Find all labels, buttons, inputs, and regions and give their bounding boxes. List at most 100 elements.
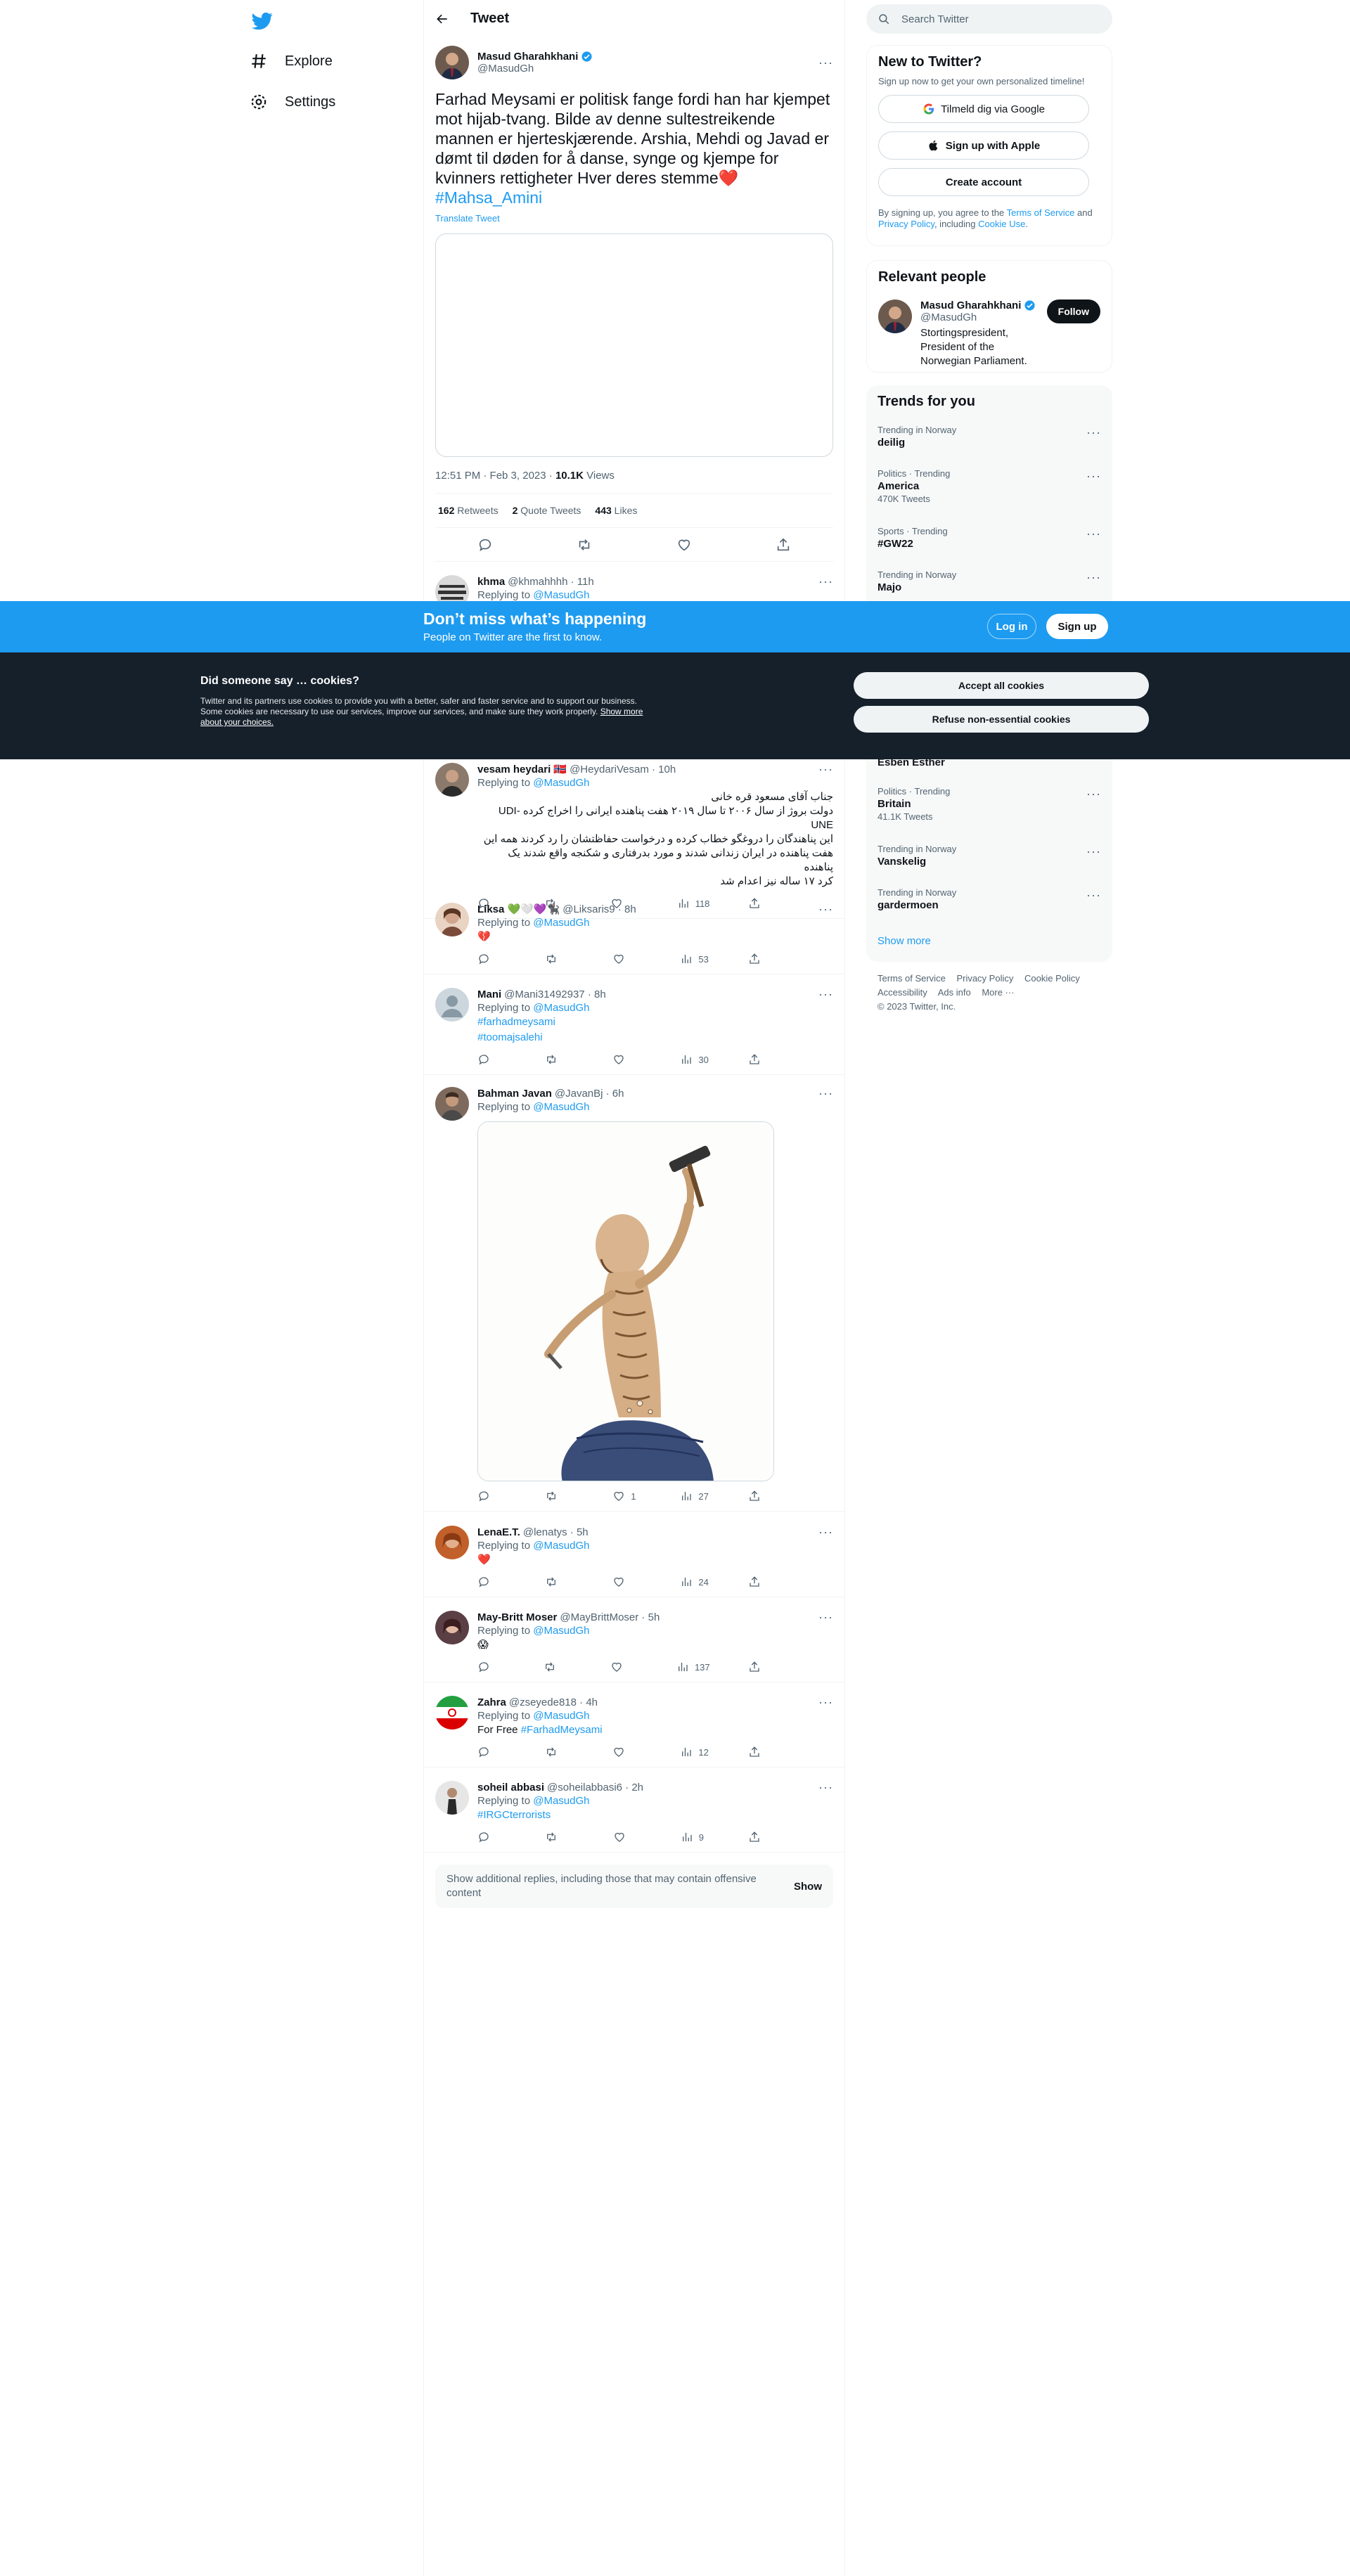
hashtag-link[interactable]: #Mahsa_Amini [435, 188, 542, 207]
reply-author-name[interactable]: Liksa 💚🤍💜🐈‍⬛ [477, 903, 560, 915]
trend-item[interactable]: Trending in Norway deilig ··· [878, 425, 1101, 449]
trend-topic[interactable]: America [878, 480, 1101, 492]
like-icon[interactable] [613, 1831, 641, 1843]
more-options-icon[interactable]: ··· [818, 1611, 833, 1623]
trend-item[interactable]: Trending in Norway Majo ··· [878, 569, 1101, 593]
accept-cookies-button[interactable]: Accept all cookies [854, 672, 1149, 699]
retweet-icon[interactable] [544, 1661, 572, 1673]
back-arrow-icon[interactable] [435, 12, 449, 26]
avatar[interactable] [435, 1526, 469, 1559]
trend-item[interactable]: Trending in Norway gardermoen ··· [878, 887, 1101, 911]
share-icon[interactable] [748, 1746, 776, 1758]
avatar[interactable] [435, 46, 469, 79]
trends-show-more-link[interactable]: Show more [878, 935, 931, 947]
tweet-time[interactable]: 12:51 PM · Feb 3, 2023 · [435, 470, 555, 482]
views-icon[interactable]: 9 [681, 1831, 709, 1843]
more-options-icon[interactable]: ··· [1086, 527, 1101, 540]
retweet-icon[interactable] [545, 1746, 573, 1758]
reply-icon[interactable] [477, 1661, 506, 1673]
reply-item[interactable]: LenaE.T. @lenatys · 5h ··· Replying to @Ma… [424, 1517, 844, 1597]
footer-cookie-link[interactable]: Cookie Policy [1024, 973, 1080, 984]
avatar[interactable] [435, 1696, 469, 1730]
reply-icon[interactable] [477, 1831, 506, 1843]
likes-stat[interactable]: 443 Likes [595, 505, 637, 516]
twitter-logo-icon[interactable] [247, 6, 278, 37]
views-icon[interactable]: 27 [680, 1490, 709, 1502]
retweet-icon[interactable] [545, 1831, 573, 1843]
reply-author-name[interactable]: Mani [477, 988, 501, 1000]
avatar[interactable] [435, 988, 469, 1022]
show-replies-button[interactable]: Show [794, 1881, 822, 1893]
tweet-media[interactable] [435, 233, 833, 457]
trends-show-more[interactable]: Show more [878, 935, 1101, 948]
like-icon[interactable] [612, 1746, 641, 1758]
reply-item[interactable]: Zahra @zseyede818 · 4h ··· Replying to @Ma… [424, 1687, 844, 1767]
more-options-icon[interactable]: ··· [818, 1696, 833, 1708]
reply-author-handle[interactable]: @soheilabbasi6 · 2h [547, 1782, 643, 1793]
login-button[interactable]: Log in [987, 614, 1036, 639]
trend-topic[interactable]: gardermoen [878, 899, 1101, 911]
more-options-icon[interactable]: ··· [1086, 889, 1101, 901]
trend-topic[interactable]: Majo [878, 581, 1101, 593]
avatar[interactable] [435, 903, 469, 936]
reply-author-name[interactable]: May-Britt Moser [477, 1611, 557, 1623]
trend-topic[interactable]: deilig [878, 437, 1101, 449]
create-account-button[interactable]: Create account [878, 168, 1089, 196]
cookie-use-link[interactable]: Cookie Use [978, 219, 1025, 229]
retweet-icon[interactable] [545, 1053, 573, 1066]
tos-link[interactable]: Terms of Service [1007, 207, 1075, 218]
reply-author-name[interactable]: khma [477, 576, 505, 588]
trend-item[interactable]: Politics · Trending Britain 41.1K Tweets ·… [878, 786, 1101, 822]
like-icon[interactable] [612, 1053, 641, 1066]
share-icon[interactable] [748, 1661, 776, 1673]
reply-icon[interactable] [477, 1746, 506, 1758]
retweets-stat[interactable]: 162 Retweets [438, 505, 499, 516]
more-options-icon[interactable]: ··· [1086, 787, 1101, 800]
avatar[interactable] [435, 763, 469, 797]
like-icon[interactable] [610, 1661, 638, 1673]
follow-button[interactable]: Follow [1046, 300, 1100, 323]
trend-item[interactable]: Trending in Norway Vanskelig ··· [878, 844, 1101, 868]
reply-author-name[interactable]: soheil abbasi [477, 1782, 544, 1793]
hashtag-link[interactable]: #farhadmeysami [477, 1016, 555, 1028]
reply-author-handle[interactable]: @lenatys · 5h [523, 1526, 589, 1538]
more-options-icon[interactable]: ··· [818, 1781, 833, 1793]
relevant-person-handle[interactable]: @MasudGh [920, 311, 1039, 323]
like-icon[interactable] [612, 1576, 641, 1588]
share-icon[interactable] [748, 1831, 776, 1843]
trend-topic[interactable]: Vanskelig [878, 856, 1101, 868]
avatar[interactable] [435, 1087, 469, 1121]
reply-author-name[interactable]: Zahra [477, 1696, 506, 1708]
reply-icon[interactable] [477, 1576, 506, 1588]
trend-topic[interactable]: #GW22 [878, 538, 1101, 550]
hashtag-link[interactable]: #FarhadMeysami [521, 1724, 603, 1736]
trend-item[interactable]: Sports · Trending #GW22 ··· [878, 526, 1101, 550]
views-icon[interactable]: 12 [680, 1746, 709, 1758]
refuse-cookies-button[interactable]: Refuse non-essential cookies [854, 706, 1149, 733]
more-options-icon[interactable]: ··· [1086, 470, 1101, 482]
more-options-icon[interactable]: ··· [1086, 571, 1101, 584]
avatar[interactable] [435, 1781, 469, 1815]
like-icon[interactable] [612, 953, 641, 965]
privacy-link[interactable]: Privacy Policy [878, 219, 934, 229]
like-icon[interactable]: 1 [612, 1490, 641, 1502]
more-options-icon[interactable]: ··· [818, 1087, 833, 1100]
views-icon[interactable]: 137 [676, 1661, 710, 1673]
footer-ads-link[interactable]: Ads info [938, 987, 971, 998]
reply-icon[interactable] [477, 1053, 506, 1066]
hashtag-link[interactable]: #IRGCterrorists [477, 1809, 551, 1821]
translate-link[interactable]: Translate Tweet [435, 213, 833, 224]
google-signup-button[interactable]: Tilmeld dig via Google [878, 95, 1089, 123]
share-icon[interactable] [748, 1053, 776, 1066]
footer-tos-link[interactable]: Terms of Service [878, 973, 946, 984]
reply-author-handle[interactable]: @MayBrittMoser · 5h [560, 1611, 660, 1623]
views-icon[interactable]: 53 [680, 953, 709, 965]
reply-author-handle[interactable]: @JavanBj · 6h [555, 1088, 624, 1100]
reply-item[interactable]: Mani @Mani31492937 · 8h ··· Replying to @M… [424, 979, 844, 1075]
retweet-icon[interactable] [545, 1576, 573, 1588]
views-icon[interactable]: 30 [680, 1053, 709, 1066]
reply-author-name[interactable]: LenaE.T. [477, 1526, 520, 1538]
trend-topic[interactable]: Britain [878, 798, 1101, 810]
retweet-icon[interactable] [545, 953, 573, 965]
share-icon[interactable] [776, 537, 791, 553]
